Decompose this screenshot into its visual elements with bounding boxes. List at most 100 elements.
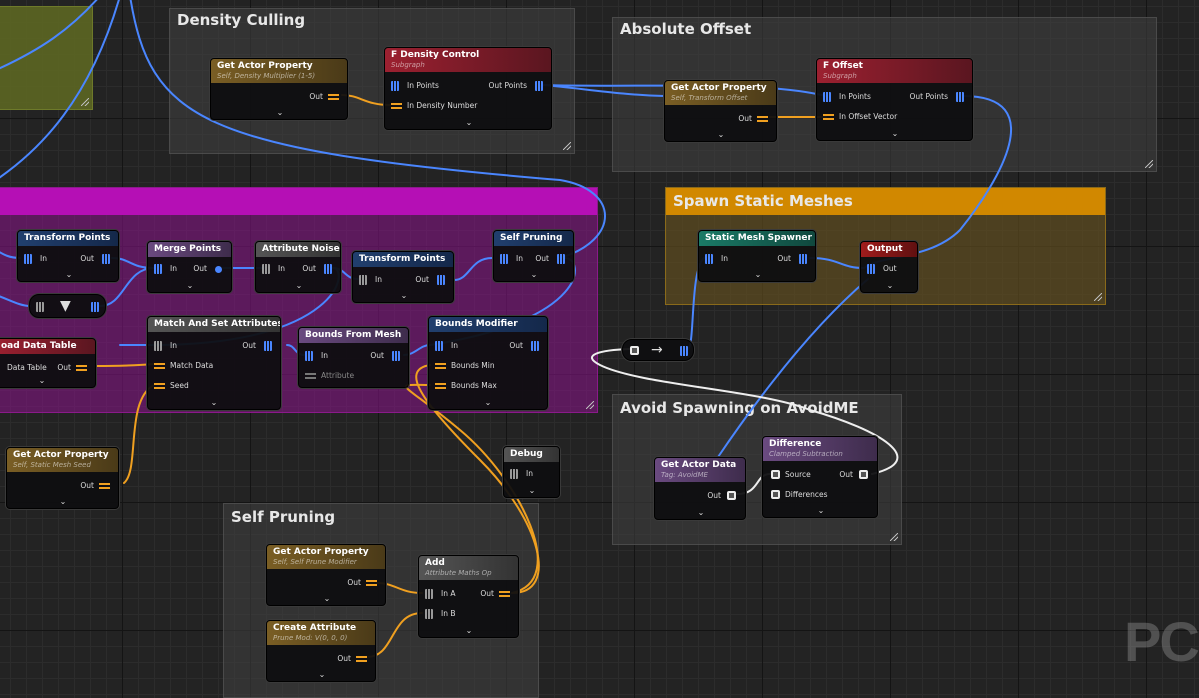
points-pin-icon[interactable]	[262, 264, 270, 274]
attribute-pin-icon[interactable]	[757, 116, 768, 123]
points-pin-icon[interactable]	[437, 275, 445, 285]
points-pin-icon[interactable]	[391, 81, 399, 91]
points-pin-icon[interactable]	[500, 254, 508, 264]
attribute-pin-icon[interactable]	[154, 363, 165, 370]
points-pin-icon[interactable]	[823, 92, 831, 102]
resize-grip-icon[interactable]	[1145, 160, 1153, 168]
chevron-down-icon[interactable]: ⌄	[186, 282, 194, 290]
spatial-pin-icon[interactable]	[630, 346, 639, 355]
chevron-down-icon[interactable]: ⌄	[484, 399, 492, 407]
points-pin-icon[interactable]	[154, 341, 162, 351]
spatial-pin-icon[interactable]	[771, 470, 780, 479]
points-pin-icon[interactable]	[705, 254, 713, 264]
node-attribute-noise[interactable]: Attribute Noise In Out ⌄	[255, 241, 341, 293]
resize-grip-icon[interactable]	[81, 98, 89, 106]
chevron-down-icon[interactable]: ⌄	[886, 282, 894, 290]
node-to-point-converter[interactable]: →	[622, 339, 694, 361]
comment-olive[interactable]	[0, 6, 93, 110]
node-load-data-table[interactable]: oad Data Table Data Table Out ⌄	[0, 338, 96, 388]
chevron-down-icon[interactable]: ⌄	[59, 498, 67, 506]
points-pin-icon[interactable]	[264, 341, 272, 351]
node-transform-points-1[interactable]: Transform Points In Out ⌄	[17, 230, 119, 282]
points-pin-icon[interactable]	[154, 264, 162, 274]
node-static-mesh-spawner[interactable]: Static Mesh Spawner In Out ⌄	[698, 230, 816, 282]
node-difference[interactable]: Difference Clamped Subtraction Source Ou…	[762, 436, 878, 518]
chevron-down-icon[interactable]: ⌄	[530, 271, 538, 279]
node-bounds-from-mesh[interactable]: Bounds From Mesh In Out Attribute	[298, 327, 409, 388]
chevron-down-icon[interactable]: ⌄	[210, 399, 218, 407]
points-pin-icon[interactable]	[36, 302, 44, 312]
resize-grip-icon[interactable]	[890, 533, 898, 541]
node-bounds-modifier[interactable]: Bounds Modifier In Out Bounds Min Bounds…	[428, 316, 548, 410]
chevron-down-icon[interactable]: ⌄	[754, 271, 762, 279]
points-pin-icon[interactable]	[324, 264, 332, 274]
points-pin-icon[interactable]	[392, 351, 400, 361]
node-output[interactable]: Output Out ⌄	[860, 241, 918, 293]
points-pin-icon[interactable]	[425, 589, 433, 599]
points-pin-icon[interactable]	[680, 346, 688, 356]
spatial-pin-icon[interactable]	[727, 491, 736, 500]
comment-title[interactable]: Spawn Static Meshes	[666, 188, 1105, 215]
pcg-graph-canvas[interactable]: Density Culling Absolute Offset Spawn St…	[0, 0, 1199, 698]
points-pin-icon[interactable]	[867, 264, 875, 274]
attribute-pin-icon[interactable]	[328, 94, 339, 101]
node-create-attribute[interactable]: Create Attribute Prune Mod: V(0, 0, 0) O…	[266, 620, 376, 682]
points-pin-icon[interactable]	[359, 275, 367, 285]
node-filter[interactable]: ▼	[29, 294, 106, 318]
resize-grip-icon[interactable]	[586, 401, 594, 409]
points-pin-icon[interactable]	[305, 351, 313, 361]
chevron-down-icon[interactable]: ⌄	[528, 487, 536, 495]
attribute-pin-icon[interactable]	[499, 591, 510, 598]
attribute-pin-icon[interactable]	[366, 580, 377, 587]
resize-grip-icon[interactable]	[1094, 293, 1102, 301]
attribute-pin-icon[interactable]	[76, 365, 87, 372]
node-get-actor-property-density[interactable]: Get Actor Property Self, Density Multipl…	[210, 58, 348, 120]
chevron-down-icon[interactable]: ⌄	[465, 627, 473, 635]
points-pin-icon[interactable]	[215, 266, 222, 273]
points-pin-icon[interactable]	[425, 609, 433, 619]
chevron-down-icon[interactable]: ⌄	[65, 271, 73, 279]
chevron-down-icon[interactable]: ⌄	[295, 282, 303, 290]
chevron-down-icon[interactable]: ⌄	[276, 109, 284, 117]
chevron-down-icon[interactable]: ⌄	[697, 509, 705, 517]
points-pin-icon[interactable]	[91, 302, 99, 312]
points-pin-icon[interactable]	[557, 254, 565, 264]
points-pin-icon[interactable]	[435, 341, 443, 351]
points-pin-icon[interactable]	[535, 81, 543, 91]
chevron-down-icon[interactable]: ⌄	[323, 595, 331, 603]
points-pin-icon[interactable]	[102, 254, 110, 264]
points-pin-icon[interactable]	[24, 254, 32, 264]
attribute-pin-icon[interactable]	[154, 383, 165, 390]
node-match-and-set-attributes[interactable]: Match And Set Attributes In Out Match Da…	[147, 316, 281, 410]
node-get-actor-property-prune[interactable]: Get Actor Property Self, Self Prune Modi…	[266, 544, 386, 606]
node-debug[interactable]: Debug In ⌄	[503, 446, 560, 498]
node-get-actor-data[interactable]: Get Actor Data Tag: AvoidME Out ⌄	[654, 457, 746, 520]
chevron-down-icon[interactable]: ⌄	[717, 131, 725, 139]
points-pin-icon[interactable]	[799, 254, 807, 264]
resize-grip-icon[interactable]	[563, 142, 571, 150]
attribute-pin-icon[interactable]	[823, 114, 834, 121]
chevron-down-icon[interactable]: ⌄	[318, 671, 326, 679]
node-transform-points-2[interactable]: Transform Points In Out ⌄	[352, 251, 454, 303]
points-pin-icon[interactable]	[956, 92, 964, 102]
points-pin-icon[interactable]	[510, 469, 518, 479]
chevron-down-icon[interactable]: ⌄	[465, 119, 473, 127]
chevron-down-icon[interactable]: ⌄	[891, 130, 899, 138]
attribute-pin-icon[interactable]	[435, 383, 446, 390]
node-merge-points[interactable]: Merge Points In Out ⌄	[147, 241, 232, 293]
chevron-down-icon[interactable]: ⌄	[38, 377, 46, 385]
node-get-actor-property-transform[interactable]: Get Actor Property Self, Transform Offse…	[664, 80, 777, 142]
attribute-pin-icon[interactable]	[356, 656, 367, 663]
points-pin-icon[interactable]	[531, 341, 539, 351]
comment-title[interactable]: Avoid Spawning on AvoidME	[613, 395, 901, 421]
node-get-actor-property-seed[interactable]: Get Actor Property Self, Static Mesh See…	[6, 447, 119, 509]
chevron-down-icon[interactable]: ⌄	[817, 507, 825, 515]
spatial-pin-icon[interactable]	[859, 470, 868, 479]
chevron-down-icon[interactable]: ⌄	[400, 292, 408, 300]
node-add[interactable]: Add Attribute Maths Op In A Out In B ⌄	[418, 555, 519, 638]
attribute-pin-icon[interactable]	[99, 483, 110, 490]
node-f-offset[interactable]: F Offset Subgraph In Points Out Points I…	[816, 58, 973, 141]
attribute-pin-icon[interactable]	[435, 363, 446, 370]
attribute-pin-icon[interactable]	[391, 103, 402, 110]
spatial-pin-icon[interactable]	[771, 490, 780, 499]
